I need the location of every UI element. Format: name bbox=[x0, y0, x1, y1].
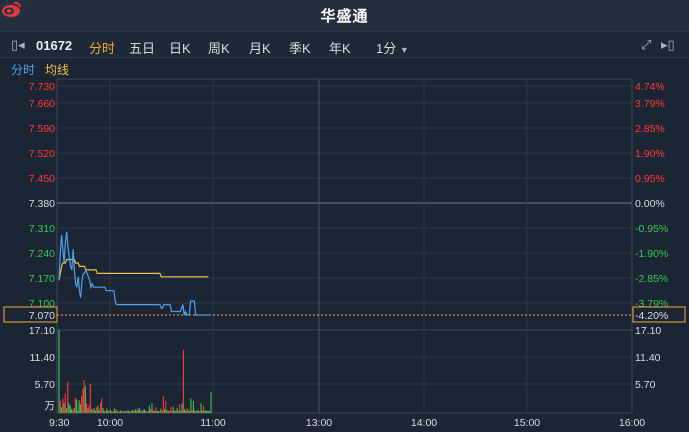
volume-tick-label-right: 11.40 bbox=[635, 352, 661, 364]
volume-tick-label-left: 5.70 bbox=[35, 379, 56, 391]
pct-tick-label: 2.85% bbox=[635, 123, 665, 135]
time-tick-label: 14:00 bbox=[411, 417, 437, 429]
price-tick-label: 7.310 bbox=[29, 223, 55, 235]
price-tick-label: 7.380 bbox=[29, 198, 55, 210]
time-tick-label: 11:00 bbox=[200, 417, 226, 429]
time-tick-label: 16:00 bbox=[619, 417, 645, 429]
volume-tick-label-left: 17.10 bbox=[29, 325, 55, 337]
time-tick-label: 15:00 bbox=[514, 417, 540, 429]
time-tick-label: 9:30 bbox=[49, 417, 70, 429]
price-tick-label: 7.520 bbox=[29, 148, 55, 160]
current-pct-label: -4.20% bbox=[635, 310, 668, 322]
pct-tick-label: -0.95% bbox=[635, 223, 668, 235]
time-tick-label: 10:00 bbox=[97, 417, 123, 429]
price-tick-label: 7.590 bbox=[29, 123, 55, 135]
time-tick-label: 13:00 bbox=[306, 417, 332, 429]
pct-tick-label: 1.90% bbox=[635, 148, 665, 160]
current-price-label: 7.070 bbox=[29, 310, 55, 322]
chart-area[interactable]: 7.730 7.660 7.590 7.520 7.450 7.380 7.310 7.240… bbox=[0, 0, 689, 432]
volume-tick-label-right: 5.70 bbox=[635, 379, 656, 391]
pct-tick-label: 0.00% bbox=[635, 198, 665, 210]
pct-tick-label: -1.90% bbox=[635, 248, 668, 260]
volume-tick-label-right: 17.10 bbox=[635, 325, 661, 337]
price-tick-label: 7.730 bbox=[29, 81, 55, 93]
price-tick-label: 7.170 bbox=[29, 273, 55, 285]
pct-tick-label: -2.85% bbox=[635, 273, 668, 285]
price-tick-label: 7.240 bbox=[29, 248, 55, 260]
pct-tick-label: 0.95% bbox=[635, 173, 665, 185]
chart-frame bbox=[56, 78, 633, 414]
volume-tick-label-left: 万 bbox=[45, 400, 56, 412]
price-tick-label: 7.660 bbox=[29, 98, 55, 110]
pct-tick-label: 4.74% bbox=[635, 81, 665, 93]
avg-line bbox=[58, 258, 209, 281]
pct-tick-label: 3.79% bbox=[635, 98, 665, 110]
price-tick-label: 7.450 bbox=[29, 173, 55, 185]
volume-tick-label-left: 11.40 bbox=[30, 352, 56, 364]
